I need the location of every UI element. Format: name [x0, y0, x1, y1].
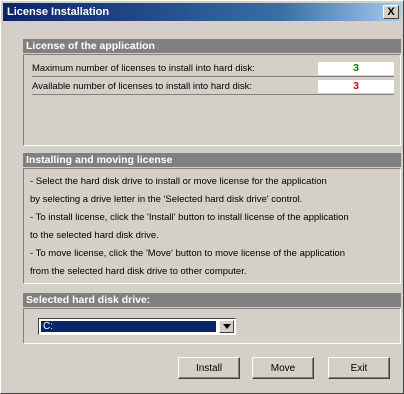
instructions-panel: - Select the hard disk drive to install … [23, 168, 401, 284]
exit-button[interactable]: Exit [328, 357, 390, 379]
row-divider [32, 94, 394, 95]
instructions-section-title: Installing and moving license [26, 154, 173, 166]
close-icon: X [387, 5, 395, 18]
license-section-title: License of the application [26, 40, 155, 52]
drive-select-value: C: [41, 321, 216, 332]
max-licenses-label: Maximum number of licenses to install in… [32, 62, 255, 74]
instruction-line: - To move license, click the 'Move' butt… [30, 248, 346, 259]
available-licenses-row: Available number of licenses to install … [32, 78, 394, 94]
instructions-section-header: Installing and moving license [23, 153, 401, 167]
title-bar[interactable]: License Installation X [3, 3, 401, 21]
max-licenses-value: 3 [318, 61, 394, 75]
move-button-label: Move [270, 362, 296, 374]
instruction-line: - To install license, click the 'Install… [30, 212, 349, 223]
exit-button-label: Exit [350, 362, 368, 374]
row-divider [32, 76, 394, 77]
instruction-line: - Select the hard disk drive to install … [30, 176, 327, 187]
instruction-line: to the selected hard disk drive. [30, 230, 159, 241]
install-button[interactable]: Install [178, 357, 240, 379]
drive-panel: C: [23, 308, 401, 344]
license-panel: Maximum number of licenses to install in… [23, 54, 401, 146]
move-button[interactable]: Move [252, 357, 314, 379]
install-button-label: Install [195, 362, 223, 374]
available-licenses-label: Available number of licenses to install … [32, 80, 253, 92]
available-licenses-value: 3 [318, 79, 394, 93]
drive-section-header: Selected hard disk drive: [23, 293, 401, 307]
close-button[interactable]: X [383, 5, 399, 19]
license-installation-window: License Installation X License of the ap… [0, 0, 404, 394]
instruction-line: by selecting a drive letter in the 'Sele… [30, 194, 303, 205]
chevron-down-icon[interactable] [219, 320, 234, 333]
instruction-line: from the selected hard disk drive to oth… [30, 266, 247, 277]
license-section-header: License of the application [23, 39, 401, 53]
max-licenses-row: Maximum number of licenses to install in… [32, 60, 394, 76]
drive-section-title: Selected hard disk drive: [26, 294, 151, 306]
window-title: License Installation [7, 6, 110, 18]
drive-select[interactable]: C: [38, 318, 236, 335]
